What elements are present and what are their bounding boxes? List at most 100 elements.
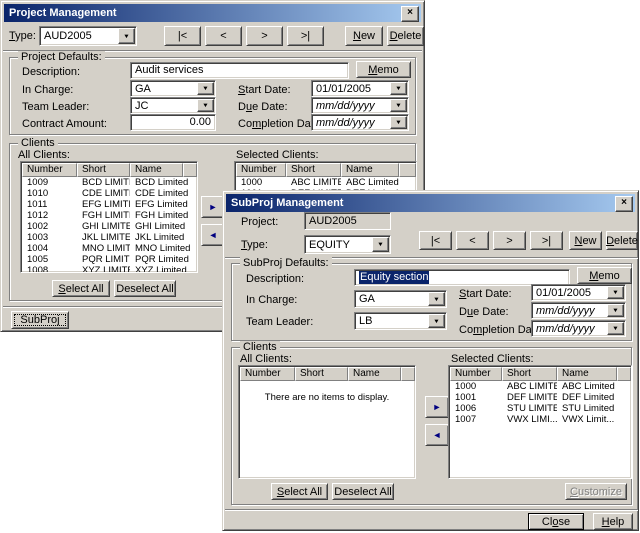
dropdown-button[interactable]: ▼ bbox=[197, 82, 214, 95]
memo-button[interactable]: Memo bbox=[356, 61, 411, 78]
close-button[interactable]: × bbox=[615, 196, 633, 212]
table-row[interactable]: 1000ABC LIMITEABC Limited bbox=[450, 381, 631, 392]
dropdown-button[interactable]: ▼ bbox=[118, 28, 135, 44]
column-header-name[interactable]: Name bbox=[557, 367, 617, 381]
list-header: Number Short Name bbox=[240, 367, 415, 381]
in-charge-label: In Charge: bbox=[246, 294, 297, 306]
column-header-name[interactable]: Name bbox=[130, 163, 183, 177]
all-clients-label: All Clients: bbox=[18, 149, 70, 161]
column-header-short[interactable]: Short bbox=[295, 367, 348, 381]
due-date-select[interactable]: mm/dd/yyyy ▼ bbox=[531, 302, 626, 319]
dropdown-button[interactable]: ▼ bbox=[390, 99, 407, 112]
nav-last-button[interactable]: >| bbox=[287, 26, 324, 46]
chevron-down-icon: ▼ bbox=[612, 308, 619, 314]
dropdown-button[interactable]: ▼ bbox=[390, 82, 407, 95]
column-header-number[interactable]: Number bbox=[240, 367, 295, 381]
column-header-short[interactable]: Short bbox=[502, 367, 557, 381]
nav-prev-button[interactable]: < bbox=[456, 231, 489, 250]
due-date-select[interactable]: mm/dd/yyyy ▼ bbox=[311, 97, 409, 114]
desktop: Project Management × Type: AUD2005 ▼ |< … bbox=[0, 0, 640, 533]
dropdown-button[interactable]: ▼ bbox=[197, 99, 214, 112]
move-to-all-button[interactable]: ◄ bbox=[425, 424, 449, 446]
description-input[interactable]: Audit services bbox=[130, 62, 349, 79]
table-row[interactable]: 1005PQR LIMITEPQR Limited bbox=[22, 254, 197, 265]
select-all-button[interactable]: Select All bbox=[52, 280, 110, 297]
nav-last-button[interactable]: >| bbox=[530, 231, 563, 250]
delete-button[interactable]: Delete bbox=[387, 26, 424, 46]
column-header-name[interactable]: Name bbox=[348, 367, 401, 381]
table-row[interactable]: 1003JKL LIMITEJKL Limited bbox=[22, 232, 197, 243]
chevron-down-icon: ▼ bbox=[612, 326, 619, 332]
all-clients-list[interactable]: Number Short Name 1009BCD LIMITEBCD Limi… bbox=[20, 161, 198, 273]
column-header-short[interactable]: Short bbox=[77, 163, 130, 177]
column-header-number[interactable]: Number bbox=[236, 163, 286, 177]
selected-clients-list[interactable]: Number Short Name 1000ABC LIMITEABC Limi… bbox=[448, 365, 632, 479]
column-header-short[interactable]: Short bbox=[286, 163, 341, 177]
table-row[interactable]: 1010CDE LIMITECDE Limited bbox=[22, 188, 197, 199]
deselect-all-button[interactable]: Deselect All bbox=[114, 280, 176, 297]
table-row[interactable]: 1009BCD LIMITEBCD Limited bbox=[22, 177, 197, 188]
in-charge-select[interactable]: GA ▼ bbox=[354, 290, 447, 308]
nav-prev-button[interactable]: < bbox=[205, 26, 242, 46]
table-row[interactable]: 1004MNO LIMITEMNO Limited bbox=[22, 243, 197, 254]
close-button[interactable]: × bbox=[401, 6, 419, 22]
new-button[interactable]: New bbox=[345, 26, 383, 46]
project-readonly-field: AUD2005 bbox=[304, 212, 391, 230]
dropdown-button[interactable]: ▼ bbox=[607, 286, 624, 299]
start-date-select[interactable]: 01/01/2005 ▼ bbox=[531, 284, 626, 301]
dropdown-button[interactable]: ▼ bbox=[390, 116, 407, 129]
due-date-label: Due Date: bbox=[459, 306, 509, 318]
table-row[interactable]: 1000ABC LIMITEABC Limited bbox=[236, 177, 416, 188]
completion-date-select[interactable]: mm/dd/yyyy ▼ bbox=[531, 320, 626, 337]
contract-amount-input[interactable]: 0.00 bbox=[130, 114, 216, 131]
project-type-select[interactable]: AUD2005 ▼ bbox=[39, 26, 137, 46]
nav-first-button[interactable]: |< bbox=[419, 231, 452, 250]
project-management-titlebar[interactable]: Project Management × bbox=[4, 4, 421, 22]
start-date-select[interactable]: 01/01/2005 ▼ bbox=[311, 80, 409, 97]
new-button[interactable]: New bbox=[569, 231, 602, 250]
chevron-down-icon: ▼ bbox=[395, 103, 402, 109]
start-date-label: Start Date: bbox=[238, 84, 291, 96]
close-button[interactable]: Close bbox=[528, 513, 584, 530]
selected-clients-label: Selected Clients: bbox=[451, 353, 534, 365]
in-charge-select[interactable]: GA ▼ bbox=[130, 80, 216, 97]
all-clients-list[interactable]: Number Short Name There are no items to … bbox=[238, 365, 416, 479]
table-row[interactable]: 1002GHI LIMITEGHI Limited bbox=[22, 221, 197, 232]
due-date-label: Due Date: bbox=[238, 101, 288, 113]
select-all-button[interactable]: Select All bbox=[271, 483, 328, 500]
window-title: SubProj Management bbox=[231, 197, 343, 209]
subproj-management-dialog: SubProj Management × Project: AUD2005 Ty… bbox=[222, 190, 639, 531]
team-leader-select[interactable]: LB ▼ bbox=[354, 312, 447, 330]
column-header-name[interactable]: Name bbox=[341, 163, 399, 177]
arrow-left-icon: ◄ bbox=[209, 230, 218, 240]
move-to-selected-button[interactable]: ► bbox=[425, 396, 449, 418]
dropdown-button[interactable]: ▼ bbox=[607, 322, 624, 335]
window-title: Project Management bbox=[9, 7, 117, 19]
nav-next-button[interactable]: > bbox=[246, 26, 283, 46]
table-row[interactable]: 1006STU LIMITESTU Limited bbox=[450, 403, 631, 414]
subproj-type-select[interactable]: EQUITY ▼ bbox=[304, 235, 391, 254]
dropdown-button[interactable]: ▼ bbox=[428, 314, 445, 328]
table-row[interactable]: 1012FGH LIMITEFGH Limited bbox=[22, 210, 197, 221]
column-header-number[interactable]: Number bbox=[22, 163, 77, 177]
column-header-number[interactable]: Number bbox=[450, 367, 502, 381]
delete-button[interactable]: Delete bbox=[606, 231, 638, 250]
subproj-button[interactable]: SubProj bbox=[11, 311, 69, 329]
description-label: Description: bbox=[22, 66, 80, 78]
help-button[interactable]: Help bbox=[593, 513, 633, 530]
dropdown-button[interactable]: ▼ bbox=[607, 304, 624, 317]
table-row[interactable]: 1007VWX LIMI...VWX Limit... bbox=[450, 414, 631, 425]
team-leader-select[interactable]: JC ▼ bbox=[130, 97, 216, 114]
dropdown-button[interactable]: ▼ bbox=[428, 292, 445, 306]
nav-first-button[interactable]: |< bbox=[164, 26, 201, 46]
table-row[interactable]: 1011EFG LIMITEEFG Limited bbox=[22, 199, 197, 210]
arrow-left-icon: ◄ bbox=[433, 430, 442, 440]
deselect-all-button[interactable]: Deselect All bbox=[332, 483, 394, 500]
completion-date-select[interactable]: mm/dd/yyyy ▼ bbox=[311, 114, 409, 131]
table-row[interactable]: 1001DEF LIMITEDEF Limited bbox=[450, 392, 631, 403]
subproj-management-titlebar[interactable]: SubProj Management × bbox=[226, 194, 635, 212]
nav-next-button[interactable]: > bbox=[493, 231, 526, 250]
dropdown-button[interactable]: ▼ bbox=[372, 237, 389, 252]
table-row[interactable]: 1008XYZ LIMITEXYZ Limited bbox=[22, 265, 197, 273]
memo-button[interactable]: Memo bbox=[577, 267, 632, 284]
